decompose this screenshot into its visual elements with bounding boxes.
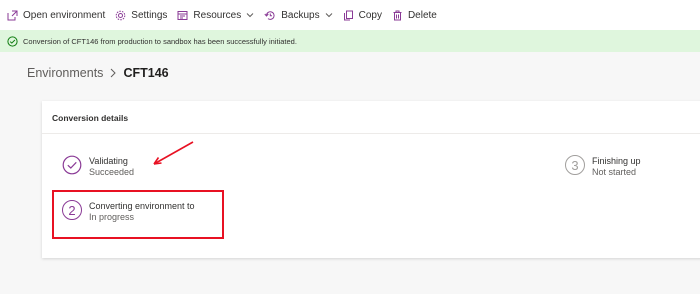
chevron-right-icon — [109, 68, 117, 78]
delete-label: Delete — [407, 9, 437, 21]
backups-label: Backups — [281, 9, 320, 21]
settings-label: Settings — [131, 9, 168, 21]
command-bar: Open environment Settings Resources Back… — [0, 0, 700, 30]
page-title: CFT146 — [123, 66, 169, 80]
step-name: Validating — [89, 156, 128, 166]
copy-button[interactable]: Copy — [343, 10, 382, 21]
backups-menu-button[interactable]: Backups — [264, 10, 332, 21]
resources-label: Resources — [193, 9, 242, 21]
open-environment-label: Open environment — [23, 9, 106, 21]
breadcrumb: Environments CFT146 — [27, 66, 169, 80]
annotation-arrow — [153, 141, 194, 165]
resources-menu-button[interactable]: Resources — [177, 10, 254, 21]
chevron-down-icon — [246, 13, 254, 18]
check-circle-icon — [62, 155, 82, 175]
step-status: Succeeded — [89, 167, 135, 177]
step-number-badge: 3 — [565, 155, 585, 175]
copy-icon — [343, 10, 353, 20]
settings-button[interactable]: Settings — [115, 10, 167, 21]
step-status: Not started — [592, 167, 637, 177]
copy-label: Copy — [358, 9, 382, 21]
step-name: Finishing up — [592, 156, 641, 166]
success-banner: Conversion of CFT146 from production to … — [0, 30, 700, 52]
divider — [42, 133, 700, 134]
banner-message: Conversion of CFT146 from production to … — [23, 36, 297, 46]
trash-icon — [393, 10, 402, 20]
backup-restore-icon — [264, 10, 275, 20]
card-title: Conversion details — [52, 113, 129, 123]
annotation-highlight-box — [52, 190, 224, 239]
resources-icon — [177, 10, 188, 20]
gear-icon — [115, 10, 126, 20]
open-external-icon — [7, 10, 18, 20]
step-finishing-up: 3 Finishing up Not started — [565, 155, 641, 178]
chevron-down-icon — [325, 13, 332, 18]
open-environment-button[interactable]: Open environment — [7, 10, 105, 21]
delete-button[interactable]: Delete — [392, 10, 437, 21]
breadcrumb-environments-link[interactable]: Environments — [27, 66, 103, 80]
step-validating: Validating Succeeded — [62, 155, 134, 178]
check-circle-icon — [7, 35, 18, 47]
